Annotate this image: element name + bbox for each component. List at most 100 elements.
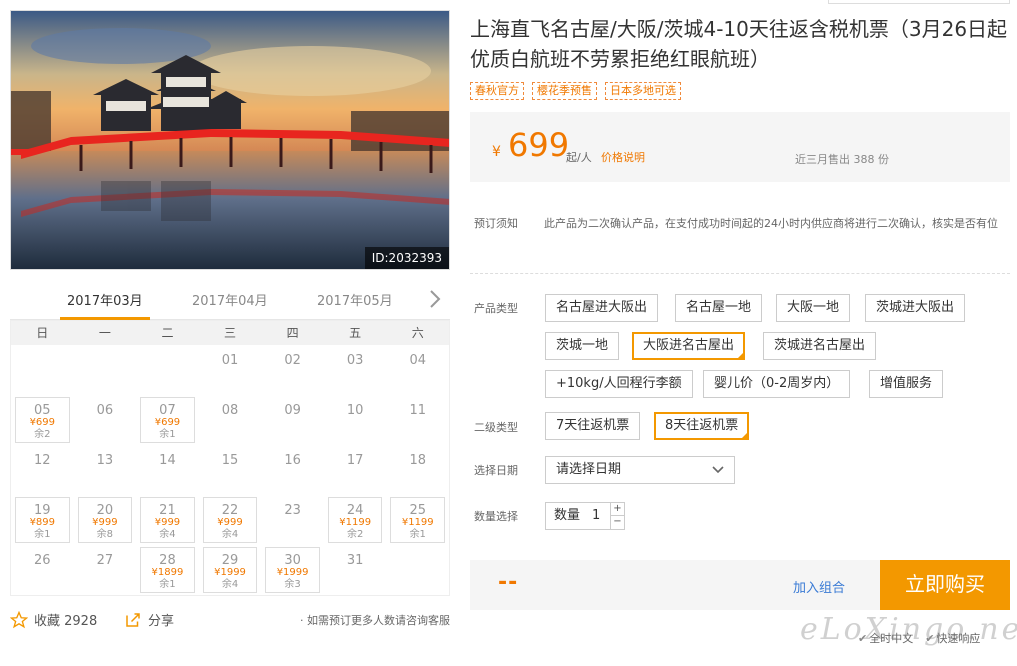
calendar-day-box[interactable]: 21 ¥999 余4 <box>140 497 195 543</box>
calendar-day-price: ¥999 <box>154 517 181 528</box>
calendar-day-box[interactable]: 19 ¥899 余1 <box>15 497 70 543</box>
calendar-day-remaining: 余1 <box>409 529 426 540</box>
calendar-day-box[interactable]: 30 ¥1999 余3 <box>265 547 320 593</box>
calendar-day-02: 02 <box>261 345 324 395</box>
date-select[interactable]: 请选择日期 <box>545 456 735 484</box>
calendar-day-24[interactable]: 24 ¥1199 余2 <box>324 495 387 545</box>
calendar-day-01: 01 <box>199 345 262 395</box>
calendar-month-tabs: 2017年03月 2017年04月 2017年05月 <box>10 284 450 320</box>
tag-chunqiu-official[interactable]: 春秋官方 <box>470 82 524 100</box>
option-ibaraki-only[interactable]: 茨城一地 <box>545 332 620 360</box>
option-8-day-roundtrip[interactable]: 8天往返机票 <box>654 412 750 440</box>
calendar-day-remaining: 余1 <box>159 579 176 590</box>
section-divider <box>470 273 1010 274</box>
guarantee-fast-response: 快速响应 <box>925 630 980 646</box>
calendar-day-23: 23 <box>261 495 324 545</box>
calendar-day-number: 07 <box>159 403 176 418</box>
calendar-day-remaining: 余4 <box>221 579 239 590</box>
weekday-5: 五 <box>349 326 362 340</box>
quantity-value[interactable]: 1 <box>592 503 600 529</box>
calendar-day-29[interactable]: 29 ¥1999 余4 <box>199 545 262 595</box>
buy-now-button[interactable]: 立即购买 <box>880 560 1010 610</box>
calendar-week-row: 19 ¥899 余1 20 ¥999 余8 21 ¥999 余4 22 ¥999 余4 23 24 ¥119… <box>11 495 449 545</box>
tag-sakura-presale[interactable]: 樱花季预售 <box>532 82 597 100</box>
product-title: 上海直飞名古屋/大阪/茨城4-10天往返含税机票（3月26日起优质白航班不劳累拒… <box>470 17 1008 71</box>
calendar-day-box: 11 <box>390 397 445 443</box>
option-infant-price[interactable]: 婴儿价（0-2周岁内） <box>703 370 851 398</box>
quantity-label: 数量选择 <box>474 510 518 523</box>
weekday-4: 四 <box>286 326 299 340</box>
top-dropdown-edge <box>828 0 1010 4</box>
option-nagoya-in-osaka-out[interactable]: 名古屋进大阪出 <box>545 294 659 322</box>
calendar-day-box[interactable]: 28 ¥1899 余1 <box>140 547 195 593</box>
calendar-day-20[interactable]: 20 ¥999 余8 <box>74 495 137 545</box>
product-type-label: 产品类型 <box>474 302 518 315</box>
option-osaka-in-nagoya-out[interactable]: 大阪进名古屋出 <box>632 332 746 360</box>
share-button[interactable]: 分享 <box>124 610 174 629</box>
price-calendar: 日一二三四五六 01 02 03 04 05 ¥699 余2 06 07 ¥699 余1 08 09 10… <box>10 320 450 596</box>
currency-symbol: ¥ <box>492 144 501 160</box>
add-combo-link[interactable]: 加入组合 <box>793 577 845 596</box>
chevron-right-icon[interactable] <box>426 288 444 310</box>
weekday-0: 日 <box>36 326 49 340</box>
booking-notice-label: 预订须知 <box>474 217 518 230</box>
calendar-day-box[interactable]: 25 ¥1199 余1 <box>390 497 446 543</box>
calendar-day-07[interactable]: 07 ¥699 余1 <box>136 395 199 445</box>
calendar-day-box: 31 <box>328 547 383 593</box>
calendar-day-number: 01 <box>221 353 239 368</box>
price-explanation-link[interactable]: 价格说明 <box>601 149 645 165</box>
calendar-day-price: ¥1199 <box>401 517 434 528</box>
calendar-day-box: 04 <box>390 347 445 393</box>
option-osaka-only[interactable]: 大阪一地 <box>776 294 851 322</box>
calendar-day-19[interactable]: 19 ¥899 余1 <box>11 495 74 545</box>
calendar-day-31: 31 <box>324 545 387 595</box>
calendar-day-10: 10 <box>324 395 387 445</box>
calendar-day-box: 15 <box>203 447 258 493</box>
calendar-day-box[interactable]: 24 ¥1199 余2 <box>327 497 383 543</box>
calendar-day-number: 11 <box>409 403 427 418</box>
calendar-day-box[interactable]: 20 ¥999 余8 <box>77 497 133 543</box>
calendar-day-remaining: 余3 <box>284 579 301 590</box>
calendar-day-18: 18 <box>386 445 449 495</box>
calendar-day-30[interactable]: 30 ¥1999 余3 <box>261 545 324 595</box>
quantity-decrement-button[interactable]: − <box>611 516 624 529</box>
share-icon <box>126 612 140 627</box>
tab-month-april[interactable]: 2017年04月 <box>192 290 268 309</box>
calendar-day-05[interactable]: 05 ¥699 余2 <box>11 395 74 445</box>
option-extra-baggage[interactable]: +10kg/人回程行李额 <box>545 370 693 398</box>
calendar-day-08: 08 <box>199 395 262 445</box>
tab-month-march[interactable]: 2017年03月 <box>67 290 143 309</box>
calendar-day-price: ¥999 <box>217 517 243 528</box>
option-7-day-roundtrip[interactable]: 7天往返机票 <box>545 412 641 440</box>
calendar-day-25[interactable]: 25 ¥1199 余1 <box>386 495 449 545</box>
option-ibaraki-in-nagoya-out[interactable]: 茨城进名古屋出 <box>763 332 877 360</box>
option-ibaraki-in-osaka-out[interactable]: 茨城进大阪出 <box>865 294 966 322</box>
calendar-day-21[interactable]: 21 ¥999 余4 <box>136 495 199 545</box>
calendar-day-box: 02 <box>265 347 320 393</box>
weekday-6: 六 <box>411 326 424 340</box>
calendar-day-28[interactable]: 28 ¥1899 余1 <box>136 545 199 595</box>
calendar-day-number: 18 <box>409 453 427 468</box>
calendar-day-box[interactable]: 05 ¥699 余2 <box>15 397 70 443</box>
image-id-label: ID:2032393 <box>364 247 449 269</box>
calendar-day-remaining: 余8 <box>96 529 114 540</box>
tab-month-may[interactable]: 2017年05月 <box>317 290 393 309</box>
calendar-day-box <box>15 347 70 393</box>
option-nagoya-only[interactable]: 名古屋一地 <box>675 294 763 322</box>
favorite-button[interactable]: 收藏 2928 <box>10 610 97 629</box>
quantity-buttons: + − <box>610 503 624 529</box>
calendar-day-number: 15 <box>221 453 239 468</box>
calendar-day-04: 04 <box>386 345 449 395</box>
price-unit: 起/人 <box>566 151 592 164</box>
calendar-day-22[interactable]: 22 ¥999 余4 <box>199 495 262 545</box>
quantity-increment-button[interactable]: + <box>611 503 624 516</box>
calendar-day-number: 24 <box>346 503 364 518</box>
calendar-day-box[interactable]: 29 ¥1999 余4 <box>202 547 258 593</box>
calendar-day-box[interactable]: 07 ¥699 余1 <box>140 397 195 443</box>
calendar-day-number: 03 <box>346 353 364 368</box>
calendar-day-price: ¥1199 <box>339 517 372 528</box>
option-value-added-service[interactable]: 增值服务 <box>869 370 944 398</box>
calendar-day-box[interactable]: 22 ¥999 余4 <box>202 497 258 543</box>
calendar-day-16: 16 <box>261 445 324 495</box>
tag-japan-multi[interactable]: 日本多地可选 <box>605 82 681 100</box>
